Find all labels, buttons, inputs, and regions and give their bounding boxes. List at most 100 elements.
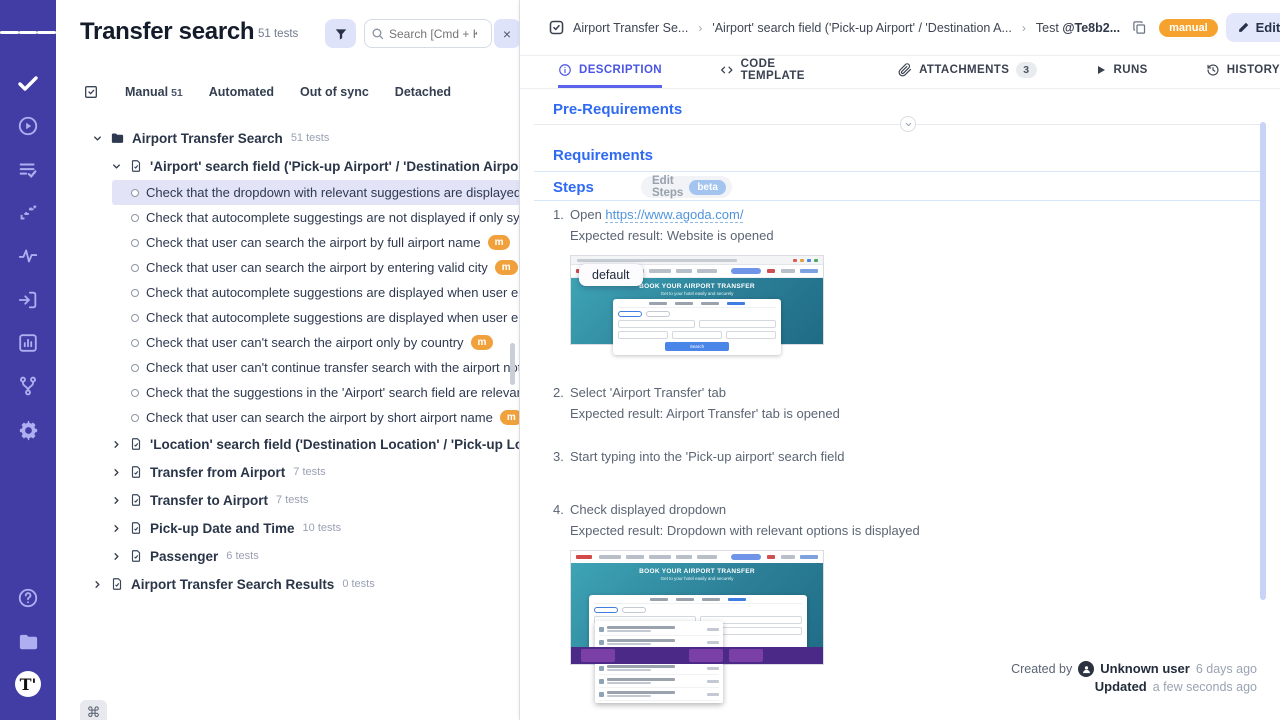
search-close-button[interactable]: × — [494, 19, 520, 48]
chevron-right-icon[interactable] — [92, 579, 103, 590]
chevron-down-icon[interactable] — [111, 161, 122, 172]
tree-suite[interactable]: 'Airport' search field ('Pick-up Airport… — [56, 152, 520, 180]
chevron-right-icon[interactable] — [111, 551, 122, 562]
steps-list: 1. Open https://www.agoda.com/ Expected … — [553, 207, 1113, 665]
tree-scrollbar[interactable] — [510, 343, 515, 385]
copy-id-icon[interactable] — [1132, 20, 1147, 35]
step-2-expected: Expected result: Airport Transfer' tab i… — [570, 406, 1113, 421]
test-circle-icon — [131, 389, 139, 397]
suite-doc-icon — [129, 465, 143, 479]
attachments-count-badge: 3 — [1016, 62, 1036, 78]
edit-button[interactable]: Edit — [1226, 13, 1280, 42]
chevron-down-icon[interactable] — [92, 133, 103, 144]
tree-test[interactable]: Check that autocomplete suggestings are … — [112, 205, 520, 230]
tree-test[interactable]: Check that user can search the airport b… — [112, 255, 520, 280]
tree-test[interactable]: Check that user can search the airport b… — [112, 230, 520, 255]
tree-test[interactable]: Check that the suggestions in the 'Airpo… — [112, 380, 520, 405]
breadcrumb-separator: › — [1022, 21, 1026, 35]
search-input[interactable] — [389, 27, 477, 41]
test-circle-icon — [131, 339, 139, 347]
breadcrumb-test[interactable]: Test @Te8b2... — [1036, 21, 1120, 35]
type-filter-tabs: Manual51 Automated Out of sync Detached — [83, 80, 451, 104]
tests-check-icon[interactable] — [0, 72, 56, 96]
workspace-avatar[interactable]: T' — [0, 672, 56, 696]
tab-detached[interactable]: Detached — [395, 85, 451, 99]
step-1: 1. Open https://www.agoda.com/ — [553, 207, 1113, 222]
chevron-right-icon[interactable] — [111, 439, 122, 450]
step-1-expected: Expected result: Website is opened — [570, 228, 1113, 243]
tree-suite[interactable]: Transfer from Airport 7 tests — [56, 458, 520, 486]
pulse-icon[interactable] — [0, 244, 56, 268]
tree-panel-header: Transfer search 51 tests × — [56, 0, 520, 64]
step-link[interactable]: https://www.agoda.com/ — [605, 207, 743, 223]
manual-status-badge: manual — [1159, 19, 1218, 37]
tree-suite[interactable]: Pick-up Date and Time 10 tests — [56, 514, 520, 542]
funnel-icon — [334, 27, 348, 41]
tree-test[interactable]: Check that user can't search the airport… — [112, 330, 520, 355]
suite-doc-icon — [129, 521, 143, 535]
chevron-right-icon[interactable] — [111, 523, 122, 534]
test-plans-icon[interactable] — [0, 158, 56, 182]
test-checkbox-icon — [548, 19, 565, 36]
edit-steps-button[interactable]: Edit Steps beta — [641, 176, 732, 198]
steps-icon[interactable] — [0, 201, 56, 225]
test-circle-icon — [131, 314, 139, 322]
tree-test-selected[interactable]: Check that the dropdown with relevant su… — [112, 180, 520, 205]
chevron-right-icon[interactable] — [111, 467, 122, 478]
info-icon — [558, 63, 572, 77]
tree-test[interactable]: Check that user can search the airport b… — [112, 405, 520, 430]
collapse-toggle-icon[interactable] — [900, 116, 916, 132]
tab-manual[interactable]: Manual51 — [125, 85, 183, 99]
chevron-right-icon[interactable] — [111, 495, 122, 506]
filter-button[interactable] — [325, 19, 356, 48]
runs-play-icon[interactable] — [0, 114, 56, 138]
tab-description[interactable]: DESCRIPTION — [558, 56, 662, 88]
mock-hero: BOOK YOUR AIRPORT TRANSFER Get to your h… — [571, 278, 823, 344]
test-circle-icon — [131, 239, 139, 247]
help-icon[interactable] — [0, 586, 56, 610]
created-by-user: Unknown user — [1100, 660, 1190, 678]
tree-test[interactable]: Check that autocomplete suggestions are … — [112, 280, 520, 305]
suite-doc-icon — [129, 437, 143, 451]
step-attachment-image[interactable]: BOOK YOUR AIRPORT TRANSFER Get to your h… — [570, 550, 824, 665]
test-circle-icon — [131, 364, 139, 372]
detail-header: Airport Transfer Se... › 'Airport' searc… — [520, 0, 1280, 56]
test-circle-icon — [131, 189, 139, 197]
detail-scrollbar[interactable] — [1260, 122, 1266, 600]
select-all-icon[interactable] — [83, 84, 99, 100]
tree-test[interactable]: Check that autocomplete suggestions are … — [112, 305, 520, 330]
menu-icon[interactable] — [0, 20, 56, 44]
tests-tree: Airport Transfer Search 51 tests 'Airpor… — [56, 124, 520, 598]
suite-doc-icon — [129, 159, 143, 173]
section-steps: Steps Edit Steps beta — [553, 179, 594, 196]
tab-runs[interactable]: RUNS — [1095, 56, 1148, 88]
tab-out-of-sync[interactable]: Out of sync — [300, 85, 369, 99]
tree-suite[interactable]: Airport Transfer Search Results 0 tests — [56, 570, 520, 598]
reports-icon[interactable] — [0, 331, 56, 355]
tab-automated[interactable]: Automated — [209, 85, 274, 99]
code-icon — [720, 63, 734, 77]
suite-doc-icon — [110, 577, 124, 591]
branch-icon[interactable] — [0, 374, 56, 398]
tree-suite[interactable]: Transfer to Airport 7 tests — [56, 486, 520, 514]
tab-history[interactable]: HISTORY — [1206, 56, 1280, 88]
tab-code-template[interactable]: CODE TEMPLATE — [720, 56, 840, 88]
tree-suite[interactable]: Passenger 6 tests — [56, 542, 520, 570]
manual-m-badge: m — [488, 235, 511, 250]
test-circle-icon — [131, 264, 139, 272]
tab-attachments[interactable]: ATTACHMENTS 3 — [898, 56, 1036, 88]
settings-gear-icon[interactable] — [0, 418, 56, 442]
step-3: 3. Start typing into the 'Pick-up airpor… — [553, 449, 1113, 464]
pull-requests-icon[interactable] — [0, 288, 56, 312]
breadcrumb-subsuite[interactable]: 'Airport' search field ('Pick-up Airport… — [712, 21, 1012, 35]
tree-folder[interactable]: Airport Transfer Search 51 tests — [56, 124, 520, 152]
tree-suite[interactable]: 'Location' search field ('Destination Lo… — [56, 430, 520, 458]
tree-test[interactable]: Check that user can't continue transfer … — [112, 355, 520, 380]
projects-folder-icon[interactable] — [0, 630, 56, 654]
detail-tabs: DESCRIPTION CODE TEMPLATE ATTACHMENTS 3 … — [520, 56, 1280, 89]
step-4: 4. Check displayed dropdown — [553, 502, 1113, 517]
step-attachment-image[interactable]: BOOK YOUR AIRPORT TRANSFER Get to your h… — [570, 255, 824, 345]
breadcrumb-suite[interactable]: Airport Transfer Se... — [573, 21, 688, 35]
search-field[interactable] — [364, 19, 492, 48]
command-palette-button[interactable]: ⌘ — [80, 700, 107, 720]
